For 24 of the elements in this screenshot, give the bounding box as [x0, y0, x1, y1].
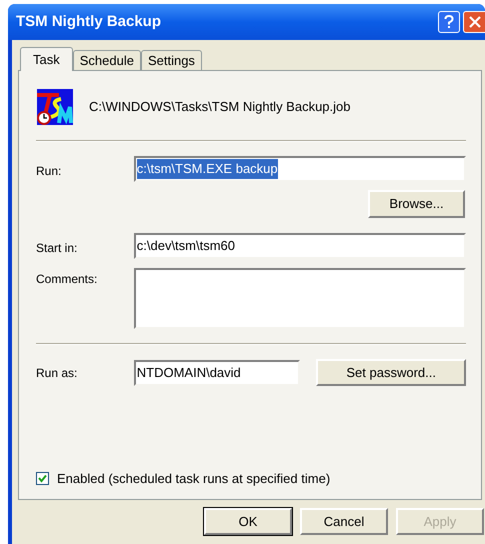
- app-logo-icon: [37, 89, 73, 125]
- checkbox-label: Enabled (scheduled task runs at specified time): [57, 470, 330, 488]
- close-icon: [468, 16, 480, 28]
- dialog-button[interactable]: OK: [204, 508, 292, 535]
- enabled-checkbox[interactable]: [36, 472, 49, 486]
- field-label: Run:: [36, 163, 62, 180]
- task-file-path: C:\WINDOWS\Tasks\TSM Nightly Backup.job: [89, 98, 350, 116]
- close-button[interactable]: [463, 11, 485, 33]
- dialog-button[interactable]: Cancel: [300, 508, 388, 535]
- tab[interactable]: Schedule: [72, 50, 141, 70]
- set-password-button[interactable]: Set password...: [316, 359, 466, 386]
- window-title: TSM Nightly Backup: [16, 12, 162, 32]
- field-label: Comments:: [36, 271, 98, 288]
- field-label: Start in:: [36, 240, 78, 257]
- comments-field[interactable]: [134, 268, 466, 329]
- browse-button[interactable]: Browse...: [368, 190, 465, 218]
- field-label: Run as:: [36, 364, 78, 382]
- help-icon: [444, 15, 454, 29]
- start-in-field[interactable]: c:\dev\tsm\tsm60: [134, 233, 466, 259]
- tab[interactable]: Task: [20, 47, 73, 71]
- run-as-field[interactable]: NTDOMAIN\david: [134, 360, 300, 386]
- help-button[interactable]: [438, 11, 460, 33]
- tab[interactable]: Settings: [140, 50, 202, 70]
- run-field[interactable]: c:\tsm\TSM.EXE backup: [134, 156, 466, 182]
